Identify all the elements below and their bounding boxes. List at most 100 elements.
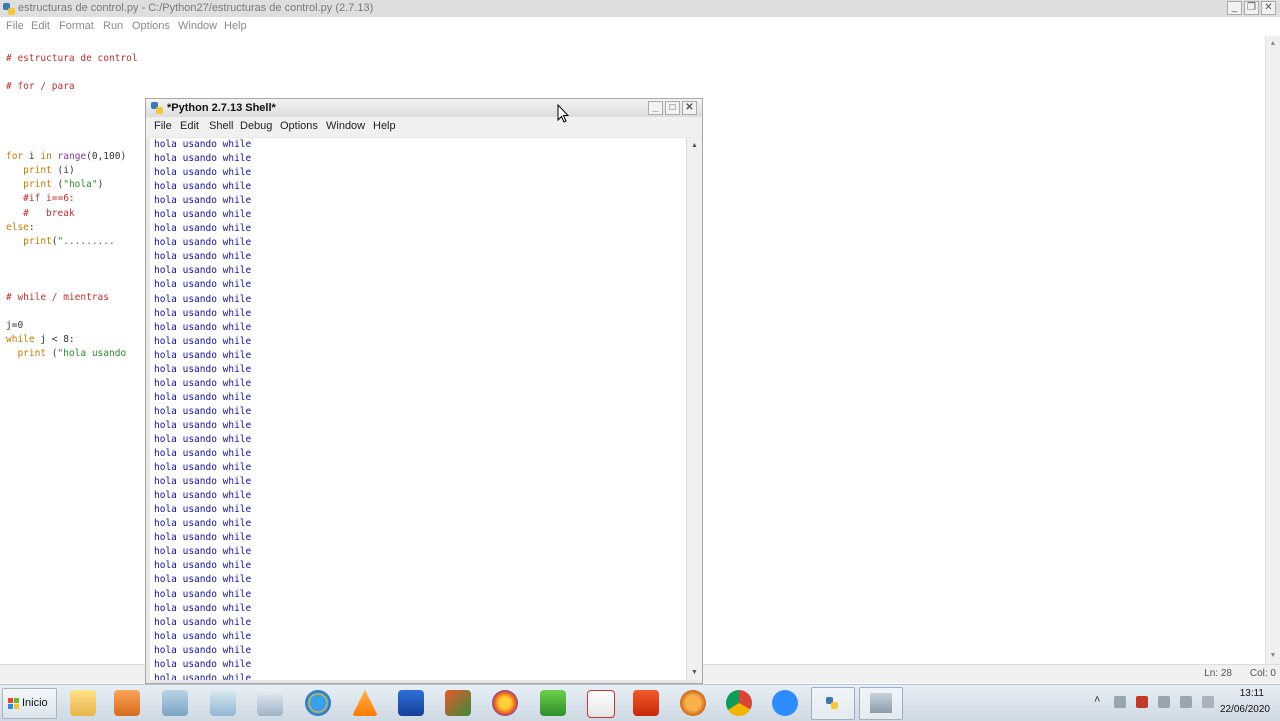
editor-scrollbar[interactable]: ▲ ▼ xyxy=(1265,36,1280,664)
shell-menu-file[interactable]: File xyxy=(154,120,172,132)
tray-app-icon[interactable] xyxy=(1136,696,1148,708)
line-indicator: Ln: 28 xyxy=(1204,668,1232,679)
shell-window: *Python 2.7.13 Shell* _ □ ✕ File Edit Sh… xyxy=(145,98,703,684)
app-icon[interactable] xyxy=(540,690,566,716)
shell-output-line: hola usando while xyxy=(154,195,252,207)
shell-menu-help[interactable]: Help xyxy=(373,120,396,132)
menu-window[interactable]: Window xyxy=(178,20,217,32)
shell-menu-shell[interactable]: Shell xyxy=(209,120,233,132)
menu-file[interactable]: File xyxy=(6,20,24,32)
editor-title: estructuras de control.py - C:/Python27/… xyxy=(18,2,374,14)
shell-output-line: hola usando while xyxy=(154,153,252,165)
editor-title-bar[interactable]: estructuras de control.py - C:/Python27/… xyxy=(0,0,1280,17)
shell-menu-bar: File Edit Shell Debug Options Window Hel… xyxy=(146,117,702,137)
scroll-down-icon[interactable]: ▼ xyxy=(689,667,700,678)
menu-options[interactable]: Options xyxy=(132,20,170,32)
python-taskbar-button[interactable] xyxy=(811,687,855,720)
shell-output-line: hola usando while xyxy=(154,672,252,680)
windows-logo-icon xyxy=(8,698,19,709)
app-icon[interactable] xyxy=(680,690,706,716)
shell-output-line: hola usando while xyxy=(154,630,252,642)
shell-menu-options[interactable]: Options xyxy=(280,120,318,132)
python-icon xyxy=(151,102,163,114)
volume-icon[interactable] xyxy=(1202,696,1214,708)
shell-output-line: hola usando while xyxy=(154,546,252,558)
app-icon xyxy=(870,693,892,713)
app-taskbar-button[interactable] xyxy=(859,687,903,720)
maximize-icon[interactable]: □ xyxy=(665,101,680,115)
shell-output-line: hola usando while xyxy=(154,616,252,628)
shell-menu-edit[interactable]: Edit xyxy=(180,120,199,132)
shell-output-line: hola usando while xyxy=(154,419,252,431)
shell-menu-debug[interactable]: Debug xyxy=(240,120,272,132)
shell-output-line: hola usando while xyxy=(154,490,252,502)
explorer-icon[interactable] xyxy=(70,690,96,716)
menu-edit[interactable]: Edit xyxy=(31,20,50,32)
shell-output-line: hola usando while xyxy=(154,518,252,530)
app-icon[interactable] xyxy=(398,690,424,716)
shell-output-line: hola usando while xyxy=(154,658,252,670)
shell-output-line: hola usando while xyxy=(154,321,252,333)
paint-icon[interactable] xyxy=(210,690,236,716)
editor-menu-bar: File Edit Format Run Options Window Help xyxy=(0,18,1280,36)
scroll-up-icon[interactable]: ▲ xyxy=(689,140,700,151)
shell-output-line: hola usando while xyxy=(154,448,252,460)
shell-scrollbar[interactable]: ▲ ▼ xyxy=(686,138,702,680)
shell-output-line: hola usando while xyxy=(154,560,252,572)
shell-output-line: hola usando while xyxy=(154,574,252,586)
shell-output-line: hola usando while xyxy=(154,377,252,389)
calculator-icon[interactable] xyxy=(257,690,283,716)
show-hidden-icons-icon[interactable]: ˄ xyxy=(1094,694,1100,706)
clock-time[interactable]: 13:11 xyxy=(1240,688,1264,699)
menu-format[interactable]: Format xyxy=(59,20,94,32)
shell-output-line: hola usando while xyxy=(154,588,252,600)
firefox-icon[interactable] xyxy=(492,690,518,716)
mouse-cursor-icon xyxy=(557,104,569,123)
tray-app-icon[interactable] xyxy=(1158,696,1170,708)
start-button[interactable]: Inicio xyxy=(2,688,57,719)
shell-output-line: hola usando while xyxy=(154,391,252,403)
shell-output-lines: hola usando while hola usando while hola u… xyxy=(154,138,251,680)
editor-code-area[interactable]: # estructura de control # for / para for… xyxy=(6,52,138,361)
shell-output-line: hola usando while xyxy=(154,349,252,361)
shell-output-line: hola usando while xyxy=(154,405,252,417)
vlc-icon[interactable] xyxy=(352,690,378,716)
app-icon[interactable] xyxy=(633,690,659,716)
chrome-icon[interactable] xyxy=(726,690,752,716)
column-indicator: Col: 0 xyxy=(1249,668,1276,679)
minimize-icon[interactable]: _ xyxy=(648,101,663,115)
network-icon[interactable] xyxy=(1180,696,1192,708)
scroll-down-icon[interactable]: ▼ xyxy=(1267,650,1279,662)
zoom-icon[interactable] xyxy=(772,690,798,716)
shell-menu-window[interactable]: Window xyxy=(326,120,365,132)
acrobat-icon[interactable] xyxy=(587,690,615,718)
shell-output-line: hola usando while xyxy=(154,462,252,474)
shell-output-line: hola usando while xyxy=(154,139,252,150)
shell-output-line: hola usando while xyxy=(154,335,252,347)
shell-title-bar[interactable]: *Python 2.7.13 Shell* _ □ ✕ xyxy=(146,99,702,117)
tray-app-icon[interactable] xyxy=(1114,696,1126,708)
shell-output-line: hola usando while xyxy=(154,476,252,488)
system-tray: ˄ 13:11 22/06/2020 xyxy=(1080,685,1280,721)
scroll-up-icon[interactable]: ▲ xyxy=(1267,38,1279,50)
shell-output-line: hola usando while xyxy=(154,209,252,221)
restore-icon[interactable]: ❐ xyxy=(1244,1,1259,15)
minimize-icon[interactable]: _ xyxy=(1227,1,1242,15)
taskbar: Inicio ˄ 13:11 22/06/2020 xyxy=(0,684,1280,721)
shell-output-area[interactable]: hola usando while hola usando while hola u… xyxy=(150,138,686,680)
shell-output-line: hola usando while xyxy=(154,223,252,235)
app-icon[interactable] xyxy=(445,690,471,716)
menu-help[interactable]: Help xyxy=(224,20,247,32)
clock-date[interactable]: 22/06/2020 xyxy=(1220,704,1270,715)
app-icon[interactable] xyxy=(162,690,188,716)
menu-run[interactable]: Run xyxy=(103,20,123,32)
python-icon xyxy=(826,697,838,709)
shell-output-line: hola usando while xyxy=(154,307,252,319)
shell-output-line: hola usando while xyxy=(154,181,252,193)
shell-output-line: hola usando while xyxy=(154,532,252,544)
media-player-icon[interactable] xyxy=(114,690,140,716)
close-icon[interactable]: ✕ xyxy=(1261,1,1276,15)
internet-explorer-icon[interactable] xyxy=(305,690,331,716)
close-icon[interactable]: ✕ xyxy=(682,101,697,115)
shell-output-line: hola usando while xyxy=(154,251,252,263)
